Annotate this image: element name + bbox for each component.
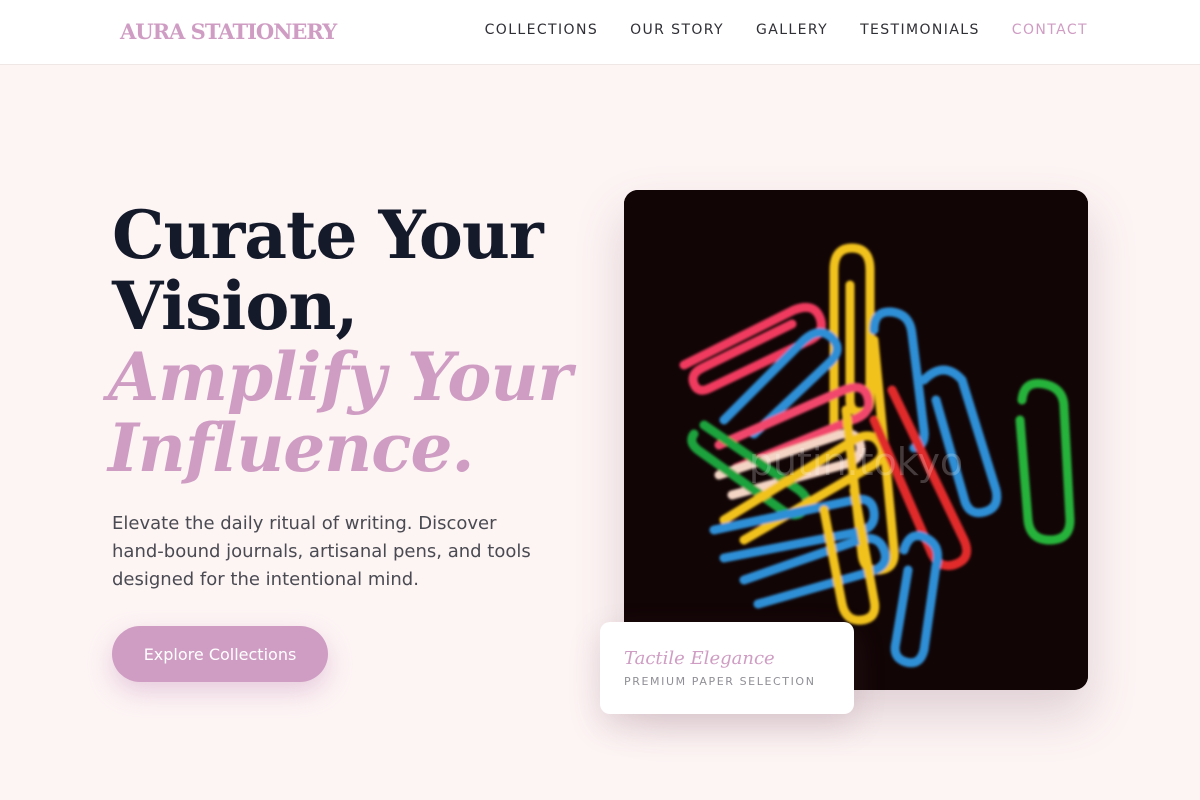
nav-link-gallery[interactable]: GALLERY bbox=[756, 22, 828, 38]
caption-title: Tactile Elegance bbox=[624, 648, 775, 669]
explore-collections-button[interactable]: Explore Collections bbox=[112, 626, 328, 682]
hero-description: Elevate the daily ritual of writing. Dis… bbox=[112, 513, 531, 590]
main-nav: COLLECTIONS OUR STORY GALLERY TESTIMONIA… bbox=[485, 22, 1088, 38]
nav-link-testimonials[interactable]: TESTIMONIALS bbox=[860, 22, 980, 38]
hero-accent-line-2: Influence. bbox=[108, 409, 474, 487]
hero-accent-line-1: Amplify Your bbox=[108, 338, 572, 416]
caption-subtitle: PREMIUM PAPER SELECTION bbox=[624, 675, 816, 688]
paper-clips-illustration bbox=[624, 190, 1088, 690]
nav-link-our-story[interactable]: OUR STORY bbox=[630, 22, 724, 38]
site-header: AURA STATIONERY COLLECTIONS OUR STORY GA… bbox=[0, 0, 1200, 65]
feature-caption-card: Tactile Elegance PREMIUM PAPER SELECTION bbox=[600, 622, 854, 714]
hero-title-line-1: Curate Your bbox=[112, 196, 544, 274]
nav-link-collections[interactable]: COLLECTIONS bbox=[485, 22, 598, 38]
hero-title-line-2: Vision, bbox=[112, 267, 358, 345]
brand-logo[interactable]: AURA STATIONERY bbox=[120, 19, 337, 44]
hero-image: putin.tokyo bbox=[624, 190, 1088, 690]
hero-title: Curate Your Vision, Amplify Your Influen… bbox=[108, 196, 582, 484]
nav-link-contact[interactable]: CONTACT bbox=[1012, 22, 1088, 38]
